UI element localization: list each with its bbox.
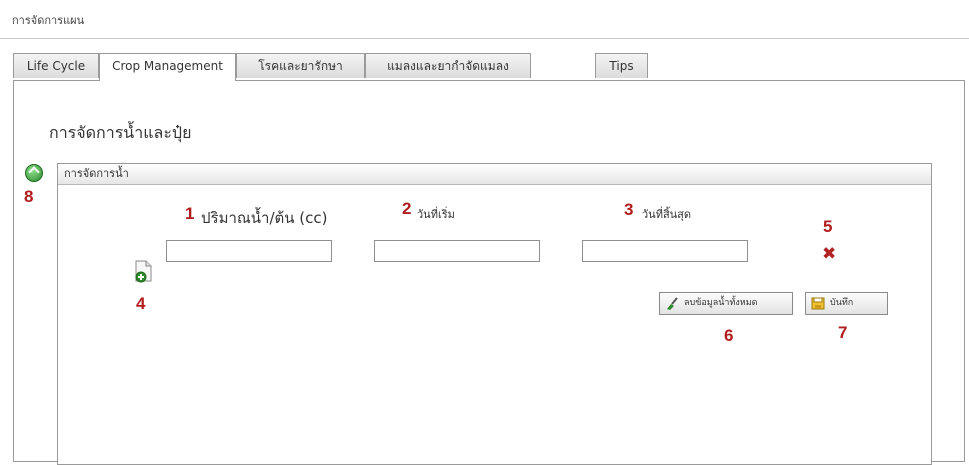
collapse-up-icon[interactable] bbox=[25, 164, 43, 182]
marker-7: 7 bbox=[838, 323, 848, 342]
tab-disease-treatment[interactable]: โรคและยารักษา bbox=[236, 53, 365, 78]
save-button[interactable]: บันทึก bbox=[805, 292, 888, 315]
marker-3: 3 bbox=[624, 200, 634, 219]
floppy-save-icon bbox=[811, 297, 825, 310]
marker-8: 8 bbox=[24, 187, 34, 206]
delete-x-icon[interactable]: ✖ bbox=[822, 246, 836, 263]
clear-brush-icon bbox=[667, 297, 678, 310]
marker-5: 5 bbox=[823, 217, 833, 236]
marker-2: 2 bbox=[402, 199, 412, 218]
save-label: บันทึก bbox=[830, 298, 854, 308]
marker-1: 1 bbox=[185, 204, 195, 223]
tab-insect-pesticide[interactable]: แมลงและยากำจัดแมลง bbox=[365, 53, 531, 78]
start-date-input[interactable] bbox=[374, 240, 540, 262]
water-amount-input[interactable] bbox=[166, 240, 332, 262]
end-date-input[interactable] bbox=[582, 240, 748, 262]
tab-tips[interactable]: Tips bbox=[595, 53, 648, 78]
water-management-header: การจัดการน้ำ bbox=[58, 164, 931, 185]
water-amount-label: ปริมาณน้ำ/ต้น (cc) bbox=[201, 209, 328, 227]
end-date-label: วันที่สิ้นสุด bbox=[642, 208, 692, 221]
window-titlebar: การจัดการแผน bbox=[0, 0, 969, 39]
clear-all-water-label: ลบข้อมูลน้ำทั้งหมด bbox=[684, 298, 758, 308]
start-date-label: วันที่เริ่ม bbox=[417, 208, 455, 221]
add-document-icon[interactable] bbox=[133, 260, 153, 284]
marker-6: 6 bbox=[724, 326, 734, 345]
tab-life-cycle[interactable]: Life Cycle bbox=[13, 53, 99, 78]
clear-all-water-button[interactable]: ลบข้อมูลน้ำทั้งหมด bbox=[659, 292, 793, 315]
window-title: การจัดการแผน bbox=[12, 14, 85, 27]
marker-4: 4 bbox=[136, 294, 146, 313]
tab-crop-management[interactable]: Crop Management bbox=[99, 53, 236, 81]
section-title: การจัดการน้ำและปุ๋ย bbox=[49, 123, 192, 142]
